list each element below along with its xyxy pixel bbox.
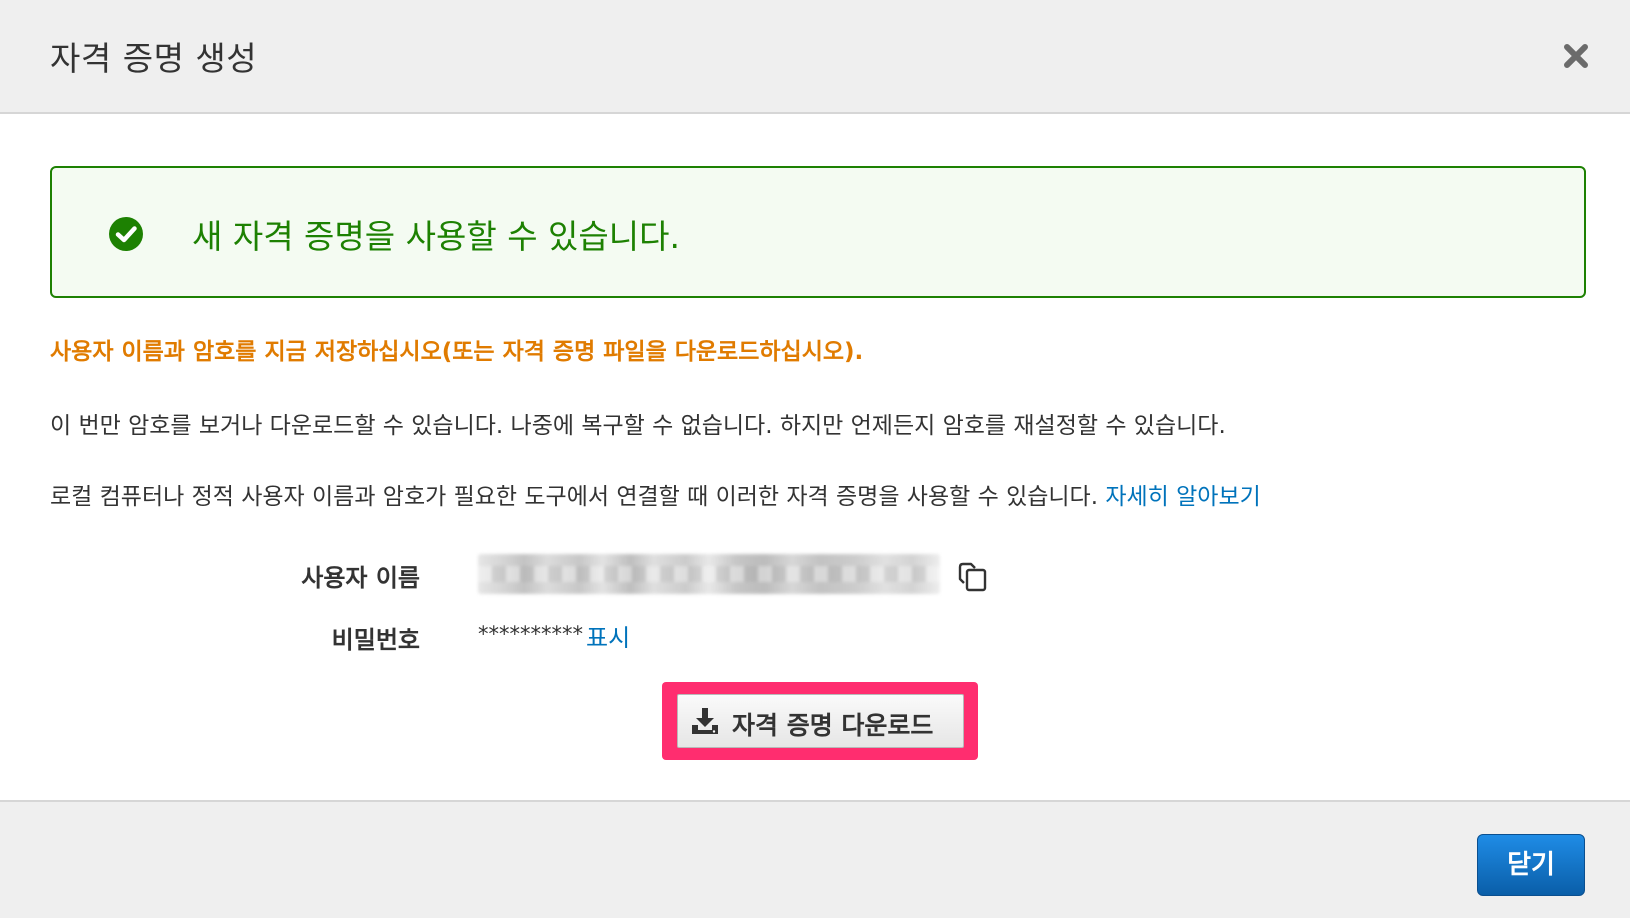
modal-title: 자격 증명 생성 (50, 39, 258, 78)
close-button[interactable]: 닫기 (1477, 834, 1585, 896)
download-button-label: 자격 증명 다운로드 (732, 711, 934, 740)
username-value-redacted (478, 554, 940, 594)
copy-icon[interactable] (956, 560, 990, 594)
info-usage-text: 로컬 컴퓨터나 정적 사용자 이름과 암호가 필요한 도구에서 연결할 때 이러… (50, 484, 1099, 510)
modal-header: 자격 증명 생성 (0, 0, 1630, 114)
password-label: 비밀번호 (331, 626, 420, 654)
success-alert: 새 자격 증명을 사용할 수 있습니다. (50, 166, 1586, 298)
close-icon[interactable] (1560, 40, 1592, 72)
username-label: 사용자 이름 (301, 564, 420, 592)
modal-footer: 닫기 (0, 800, 1630, 918)
save-warning: 사용자 이름과 암호를 지금 저장하십시오(또는 자격 증명 파일을 다운로드하… (50, 339, 864, 365)
check-circle-icon (108, 216, 144, 252)
info-text-usage: 로컬 컴퓨터나 정적 사용자 이름과 암호가 필요한 도구에서 연결할 때 이러… (50, 477, 1261, 511)
download-icon (690, 706, 720, 736)
download-credentials-button[interactable]: 자격 증명 다운로드 (677, 694, 964, 748)
show-password-link[interactable]: 표시 (586, 618, 630, 653)
password-value: ********** (478, 622, 583, 646)
info-text-once: 이 번만 암호를 보거나 다운로드할 수 있습니다. 나중에 복구할 수 없습니… (50, 413, 1226, 439)
create-credentials-modal: 자격 증명 생성 새 자격 증명을 사용할 수 있습니다. 사용자 이름과 암호… (0, 0, 1630, 918)
learn-more-link[interactable]: 자세히 알아보기 (1105, 484, 1260, 510)
success-message: 새 자격 증명을 사용할 수 있습니다. (192, 217, 680, 256)
